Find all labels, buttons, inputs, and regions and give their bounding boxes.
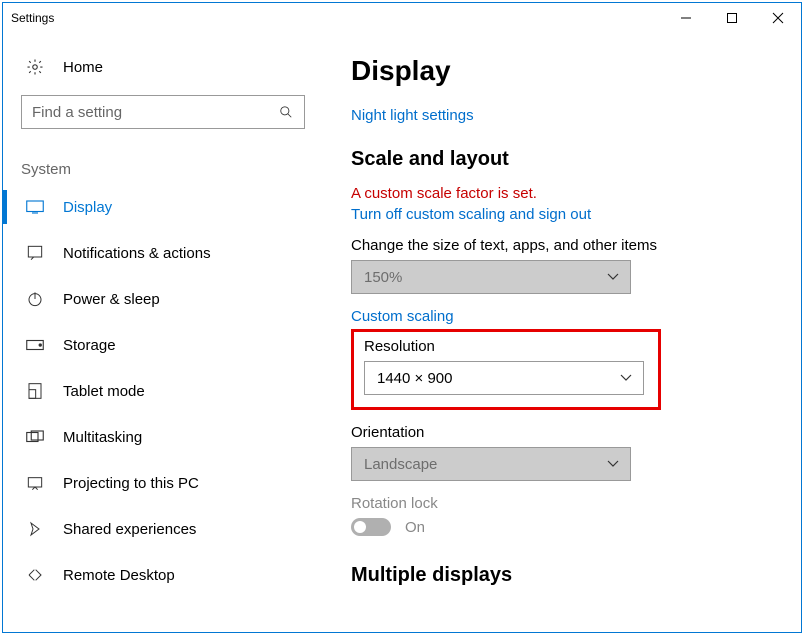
- sidebar-item-label: Tablet mode: [63, 383, 145, 400]
- chevron-down-icon: [606, 273, 620, 281]
- power-icon: [25, 291, 45, 307]
- sidebar-item-label: Remote Desktop: [63, 567, 175, 584]
- sidebar-item-storage[interactable]: Storage: [3, 322, 323, 368]
- sidebar-item-label: Display: [63, 199, 112, 216]
- chevron-down-icon: [619, 374, 633, 382]
- sidebar-item-remote-desktop[interactable]: Remote Desktop: [3, 552, 323, 598]
- text-size-dropdown[interactable]: 150%: [351, 260, 631, 294]
- sidebar-item-projecting[interactable]: Projecting to this PC: [3, 460, 323, 506]
- close-button[interactable]: [755, 3, 801, 33]
- minimize-button[interactable]: [663, 3, 709, 33]
- chevron-down-icon: [606, 460, 620, 468]
- sidebar-item-notifications[interactable]: Notifications & actions: [3, 230, 323, 276]
- rotation-lock-state: On: [405, 519, 425, 536]
- notifications-icon: [25, 245, 45, 261]
- custom-scale-warning: A custom scale factor is set.: [351, 185, 773, 202]
- scale-layout-header: Scale and layout: [351, 148, 773, 171]
- remote-desktop-icon: [25, 567, 45, 583]
- search-placeholder: Find a setting: [32, 104, 278, 121]
- multitasking-icon: [25, 430, 45, 444]
- storage-icon: [25, 339, 45, 351]
- sidebar-group-label: System: [3, 139, 323, 184]
- orientation-label: Orientation: [351, 424, 773, 441]
- search-icon: [278, 105, 294, 119]
- main-content: Display Night light settings Scale and l…: [323, 33, 801, 632]
- sidebar-item-multitasking[interactable]: Multitasking: [3, 414, 323, 460]
- maximize-button[interactable]: [709, 3, 755, 33]
- sidebar-item-label: Power & sleep: [63, 291, 160, 308]
- page-title: Display: [351, 55, 773, 87]
- tablet-icon: [25, 383, 45, 399]
- sidebar-item-tablet-mode[interactable]: Tablet mode: [3, 368, 323, 414]
- sidebar-item-label: Notifications & actions: [63, 245, 211, 262]
- sidebar-item-shared-experiences[interactable]: Shared experiences: [3, 506, 323, 552]
- rotation-lock-label: Rotation lock: [351, 495, 773, 512]
- text-size-label: Change the size of text, apps, and other…: [351, 237, 773, 254]
- titlebar: Settings: [3, 3, 801, 33]
- rotation-lock-toggle[interactable]: [351, 518, 391, 536]
- multiple-displays-header: Multiple displays: [351, 564, 773, 587]
- sidebar-item-display[interactable]: Display: [3, 184, 323, 230]
- orientation-value: Landscape: [364, 456, 606, 473]
- custom-scaling-link[interactable]: Custom scaling: [351, 308, 773, 325]
- resolution-label: Resolution: [364, 338, 648, 355]
- sidebar-item-power[interactable]: Power & sleep: [3, 276, 323, 322]
- orientation-dropdown[interactable]: Landscape: [351, 447, 631, 481]
- gear-icon: [25, 58, 45, 76]
- sidebar: Home Find a setting System Display: [3, 33, 323, 632]
- resolution-value: 1440 × 900: [377, 370, 619, 387]
- projecting-icon: [25, 475, 45, 491]
- window-title: Settings: [11, 11, 54, 25]
- resolution-dropdown[interactable]: 1440 × 900: [364, 361, 644, 395]
- sidebar-item-label: Multitasking: [63, 429, 142, 446]
- sidebar-item-label: Shared experiences: [63, 521, 196, 538]
- turn-off-custom-scaling-link[interactable]: Turn off custom scaling and sign out: [351, 206, 773, 223]
- shared-icon: [25, 521, 45, 537]
- night-light-settings-link[interactable]: Night light settings: [351, 107, 773, 124]
- display-icon: [25, 200, 45, 214]
- text-size-value: 150%: [364, 269, 606, 286]
- home-button[interactable]: Home: [3, 45, 323, 89]
- resolution-highlight: Resolution 1440 × 900: [351, 329, 661, 410]
- search-input[interactable]: Find a setting: [21, 95, 305, 129]
- sidebar-item-label: Projecting to this PC: [63, 475, 199, 492]
- settings-window: Settings Home Fi: [2, 2, 802, 633]
- home-label: Home: [63, 59, 103, 76]
- sidebar-item-label: Storage: [63, 337, 116, 354]
